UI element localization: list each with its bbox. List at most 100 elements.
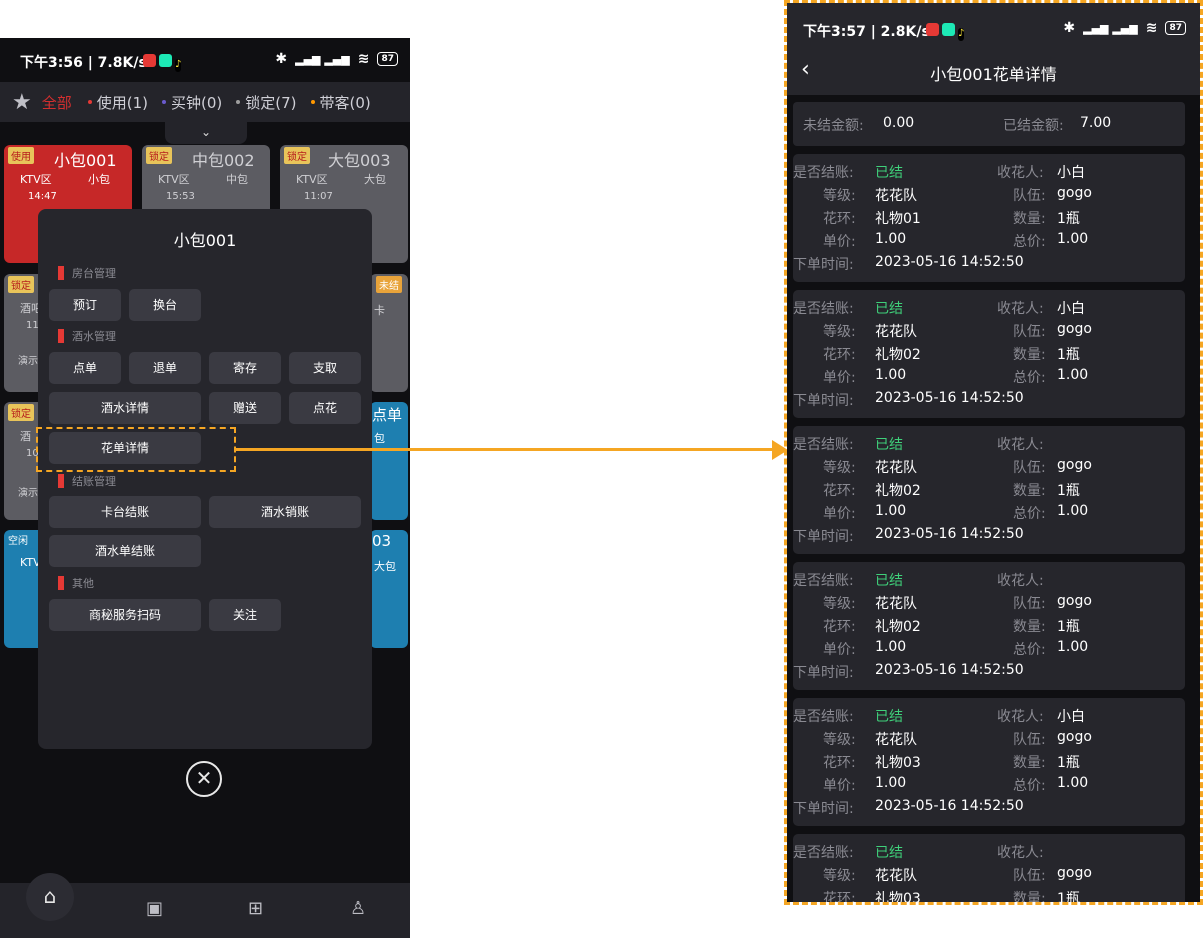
order-time-label: 下单时间:: [793, 393, 854, 409]
drink-writeoff-button[interactable]: 酒水销账: [209, 496, 361, 528]
room-name: 点单: [372, 406, 403, 424]
wreath-value: 礼物01: [875, 211, 921, 227]
gift-button[interactable]: 赠送: [209, 392, 281, 424]
total-price-value: 1.00: [1057, 503, 1089, 519]
room-zone: KTV区: [158, 173, 190, 186]
order-card: 是否结账: 已结 收花人: 小白 等级: 花花队 队伍: gogo 花环: 礼物03 数量: 1瓶 单价…: [793, 698, 1185, 826]
signal-icon: ▂▄▆ ▂▄▆: [295, 52, 350, 66]
unit-price-label: 单价:: [823, 778, 856, 794]
unit-price-value: 1.00: [875, 639, 907, 655]
room-time: 15:53: [166, 191, 195, 202]
order-flower-button[interactable]: 点花: [289, 392, 361, 424]
level-value: 花花队: [875, 324, 917, 340]
star-icon[interactable]: ★: [12, 90, 32, 115]
wreath-label: 花环:: [823, 619, 856, 635]
unit-price-label: 单价:: [823, 506, 856, 522]
order-button[interactable]: 点单: [49, 352, 121, 384]
room-card-peek[interactable]: 03 大包: [370, 530, 408, 648]
receiver-value: 小白: [1057, 709, 1085, 725]
room-size: 卡: [374, 304, 385, 317]
receiver-value: 小白: [1057, 301, 1085, 317]
filter-in-use[interactable]: 使用(1): [87, 92, 148, 113]
order-time-value: 2023-05-16 14:52:50: [875, 390, 1024, 406]
quantity-label: 数量:: [1013, 891, 1046, 902]
system-icons: ✱ ▂▄▆ ▂▄▆ ≋ 87: [275, 51, 398, 67]
level-label: 等级:: [823, 868, 856, 884]
settled-label: 是否结账:: [793, 709, 854, 725]
room-card-peek[interactable]: 未结 卡: [370, 274, 408, 392]
wallet-icon[interactable]: ▣: [146, 898, 163, 919]
order-card: 是否结账:已结收花人:等级:花花队队伍:gogo花环:礼物03数量:1瓶单价:总…: [793, 834, 1185, 902]
room-name: 03: [372, 532, 392, 550]
quantity-label: 数量:: [1013, 619, 1046, 635]
level-label: 等级:: [823, 732, 856, 748]
room-status-tag: 锁定: [284, 147, 310, 164]
unit-price-label: 单价:: [823, 370, 856, 386]
status-bar: 下午3:56 | 7.8K/s ♪ ✱ ▂▄▆ ▂▄▆ ≋ 87: [0, 38, 410, 82]
room-zone: KTV区: [296, 173, 328, 186]
withdraw-button[interactable]: 支取: [289, 352, 361, 384]
settled-status: 已结: [875, 845, 903, 861]
status-bar: 下午3:57 | 2.8K/s ♪ ✱ ▂▄▆ ▂▄▆ ≋ 87: [787, 3, 1200, 47]
left-phone-screen: 下午3:56 | 7.8K/s ♪ ✱ ▂▄▆ ▂▄▆ ≋ 87 ★ 全部 使用…: [0, 38, 410, 938]
quantity-value: 1瓶: [1057, 619, 1080, 635]
unit-price-label: 单价:: [823, 642, 856, 658]
section-other: 其他: [58, 575, 94, 591]
switch-table-button[interactable]: 换台: [129, 289, 201, 321]
level-value: 花花队: [875, 596, 917, 612]
add-box-icon[interactable]: ⊞: [248, 898, 263, 919]
home-icon[interactable]: ⌂: [26, 873, 74, 921]
room-status-tag: 使用: [8, 147, 34, 164]
table-checkout-button[interactable]: 卡台结账: [49, 496, 201, 528]
section-checkout-management: 结账管理: [58, 473, 116, 489]
chevron-down-icon[interactable]: ⌄: [165, 122, 247, 144]
unit-price-value: 1.00: [875, 775, 907, 791]
drink-detail-button[interactable]: 酒水详情: [49, 392, 201, 424]
scan-service-button[interactable]: 商秘服务扫码: [49, 599, 201, 631]
filter-buy-clock[interactable]: 买钟(0): [162, 92, 222, 113]
drink-bill-checkout-button[interactable]: 酒水单结账: [49, 535, 201, 567]
follow-button[interactable]: 关注: [209, 599, 281, 631]
receiver-label: 收花人:: [997, 709, 1044, 725]
quantity-value: 1瓶: [1057, 755, 1080, 771]
settled-label: 是否结账:: [793, 573, 854, 589]
team-label: 队伍:: [1013, 868, 1046, 884]
status-time: 下午3:56 | 7.8K/s: [20, 55, 147, 71]
profile-icon[interactable]: ♙: [350, 898, 366, 919]
reserve-button[interactable]: 预订: [49, 289, 121, 321]
room-size: 大包: [374, 560, 396, 573]
order-time-value: 2023-05-16 14:52:50: [875, 254, 1024, 270]
settled-status: 已结: [875, 709, 903, 725]
section-marker: [58, 576, 64, 590]
filter-locked[interactable]: 锁定(7): [236, 92, 297, 113]
room-size: 小包: [88, 173, 110, 186]
order-card: 是否结账: 已结 收花人: 小白 等级: 花花队 队伍: gogo 花环: 礼物01 数量: 1瓶 单价…: [793, 154, 1185, 282]
room-time: 11:07: [304, 191, 333, 202]
room-card-peek[interactable]: 点单 包: [370, 402, 408, 520]
section-drink-management: 酒水管理: [58, 328, 116, 344]
total-price-label: 总价:: [1013, 778, 1046, 794]
status-dot-icon: [236, 100, 241, 104]
battery-icon: 87: [377, 52, 398, 66]
team-label: 队伍:: [1013, 324, 1046, 340]
close-icon[interactable]: ✕: [186, 761, 222, 797]
signal-icon: ▂▄▆ ▂▄▆: [1083, 21, 1138, 35]
room-status-tag: 空闲: [8, 536, 28, 547]
quantity-value: 1瓶: [1057, 211, 1080, 227]
room-status-tag: 锁定: [146, 147, 172, 164]
wreath-value: 礼物03: [875, 891, 921, 902]
level-label: 等级:: [823, 596, 856, 612]
room-name: 中包002: [192, 151, 255, 170]
team-label: 队伍:: [1013, 460, 1046, 476]
room-action-modal: 小包001 房台管理 预订 换台 酒水管理 点单 退单 寄存 支取 酒水详情 赠…: [38, 209, 372, 749]
amount-summary: 未结金额: 0.00 已结金额: 7.00: [793, 102, 1185, 146]
filter-all[interactable]: 全部: [42, 92, 72, 113]
system-icons: ✱ ▂▄▆ ▂▄▆ ≋ 87: [1063, 20, 1186, 36]
unit-price-label: 单价:: [823, 234, 856, 250]
room-time: 14:47: [28, 191, 57, 202]
filter-with-guest[interactable]: 带客(0): [310, 92, 371, 113]
store-button[interactable]: 寄存: [209, 352, 281, 384]
order-time-label: 下单时间:: [793, 257, 854, 273]
refund-order-button[interactable]: 退单: [129, 352, 201, 384]
total-price-value: 1.00: [1057, 639, 1089, 655]
